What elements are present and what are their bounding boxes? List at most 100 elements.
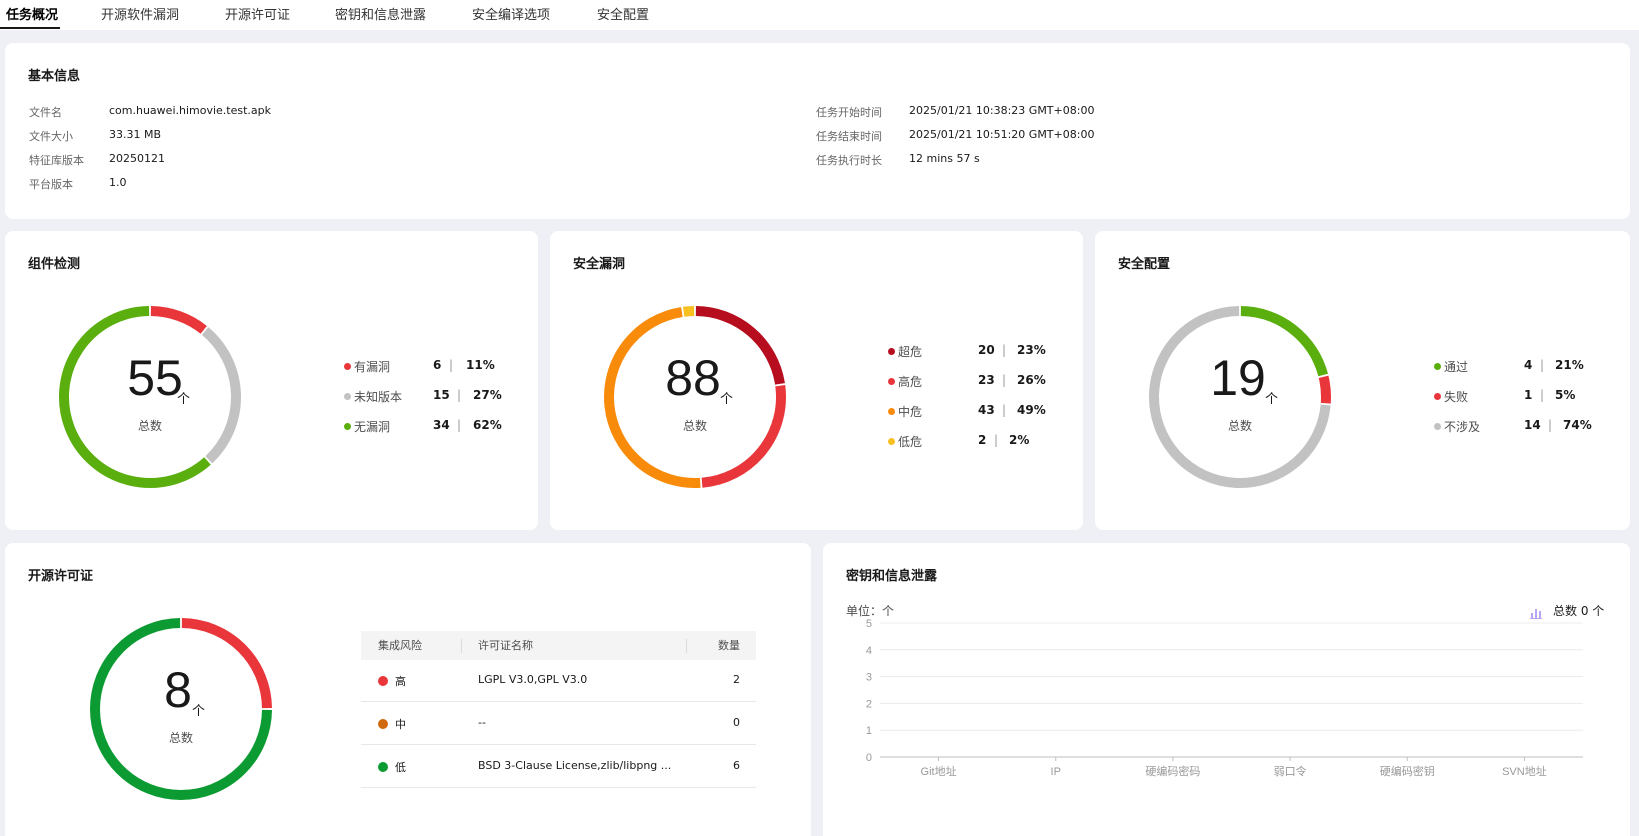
legend-count: 34: [433, 418, 450, 432]
basic-info-title: 基本信息: [28, 69, 81, 84]
vuln-total-label: 总数: [682, 419, 707, 433]
x-tick-label: 弱口令: [1274, 764, 1307, 778]
legend-percent: 74%: [1563, 418, 1592, 432]
table-row[interactable]: 中 -- 0: [361, 703, 756, 745]
vuln-segment[interactable]: [682, 306, 695, 317]
legend-count: 14: [1524, 418, 1541, 432]
x-tick-label: 硬编码密钥: [1380, 764, 1435, 778]
component-total-label: 总数: [137, 419, 162, 433]
y-tick-label: 5: [866, 618, 872, 630]
column-header-quantity: 数量: [718, 639, 740, 652]
legend-label: 中危: [898, 405, 923, 419]
x-tick-label: IP: [1051, 766, 1061, 778]
legend-percent: 27%: [473, 388, 502, 402]
secrets-bar-chart: 0 1 2 3 4 5 Git地址 IP 硬编码密码 弱口令 硬编码密钥 SVN地址: [866, 618, 1583, 778]
x-tick-label: 硬编码密码: [1145, 764, 1200, 778]
info-label-duration: 任务执行时长: [816, 154, 882, 167]
tab-oss-licenses[interactable]: 开源许可证: [225, 4, 290, 23]
table-row[interactable]: 高 LGPL V3.0,GPL V3.0 2: [361, 660, 756, 702]
legend-percent: 21%: [1555, 358, 1584, 372]
legend-label: 未知版本: [354, 390, 403, 404]
legend-label: 超危: [898, 345, 923, 359]
x-tick-label: SVN地址: [1502, 764, 1547, 778]
info-value-db-version: 20250121: [109, 152, 165, 165]
legend-percent: 49%: [1017, 403, 1046, 417]
legend-count: 6: [433, 358, 442, 372]
component-card: 组件检测 55 个 总数 有漏洞 6 | 11% 未知版本 15 | 27% 无…: [5, 231, 538, 530]
legend-label: 失败: [1444, 390, 1469, 404]
tab-overview[interactable]: 任务概况: [6, 4, 58, 23]
table-row[interactable]: 低 BSD 3-Clause License,zlib/libpng ... 6: [361, 746, 756, 788]
license-quantity: 0: [733, 716, 740, 729]
column-divider: [461, 639, 462, 653]
legend-separator: |: [1548, 418, 1553, 432]
legend-dot: [1434, 423, 1441, 430]
legend-dot: [1434, 393, 1441, 400]
component-segment[interactable]: [201, 327, 241, 464]
info-value-end-time: 2025/01/21 10:51:20 GMT+08:00: [909, 128, 1095, 141]
risk-level: 高: [395, 675, 406, 688]
legend-count: 23: [978, 373, 995, 387]
legend-percent: 62%: [473, 418, 502, 432]
config-total-label: 总数: [1227, 419, 1252, 433]
basic-info-card: 基本信息 文件名 com.huawei.himovie.test.apk 文件大…: [5, 43, 1630, 219]
tab-secrets[interactable]: 密钥和信息泄露: [335, 4, 426, 23]
legend-dot: [888, 378, 895, 385]
legend-percent: 23%: [1017, 343, 1046, 357]
x-tick-label: Git地址: [921, 764, 957, 778]
info-label-end-time: 任务结束时间: [816, 130, 882, 143]
license-quantity: 2: [733, 673, 740, 686]
y-tick-label: 2: [866, 698, 872, 710]
config-card: 安全配置 19 个 总数 通过 4 | 21% 失败 1 | 5% 不涉及 14…: [1095, 231, 1630, 530]
legend-label: 无漏洞: [354, 420, 391, 434]
config-segment[interactable]: [1318, 375, 1331, 404]
risk-level: 低: [395, 761, 406, 774]
license-name: LGPL V3.0,GPL V3.0: [478, 673, 588, 686]
legend-dot: [888, 438, 895, 445]
legend-percent: 2%: [1009, 433, 1030, 447]
component-segment[interactable]: [150, 306, 207, 334]
legend-separator: |: [1540, 358, 1545, 372]
vuln-total-unit: 个: [720, 392, 734, 407]
column-divider: [686, 639, 687, 653]
legend-count: 20: [978, 343, 995, 357]
legend-count: 2: [978, 433, 987, 447]
legend-label: 有漏洞: [354, 360, 391, 374]
legend-separator: |: [1002, 403, 1007, 417]
tab-security-config[interactable]: 安全配置: [597, 4, 649, 23]
y-tick-label: 0: [866, 752, 872, 764]
risk-level: 中: [395, 718, 406, 731]
legend-separator: |: [457, 418, 462, 432]
legend-dot: [1434, 363, 1441, 370]
legend-dot: [344, 423, 351, 430]
y-tick-label: 1: [866, 725, 872, 737]
legend-count: 1: [1524, 388, 1533, 402]
tab-oss-vulns[interactable]: 开源软件漏洞: [101, 4, 179, 23]
legend-separator: |: [1002, 343, 1007, 357]
license-total-label: 总数: [168, 731, 193, 745]
component-title: 组件检测: [28, 257, 81, 272]
legend-dot: [888, 408, 895, 415]
legend-count: 43: [978, 403, 995, 417]
license-table-header: 集成风险 许可证名称 数量: [361, 631, 756, 660]
tab-bar: 任务概况 开源软件漏洞 开源许可证 密钥和信息泄露 安全编译选项 安全配置: [0, 0, 1639, 30]
risk-medium-dot: [378, 719, 388, 729]
risk-high-dot: [378, 676, 388, 686]
info-label-db-version: 特征库版本: [29, 154, 84, 167]
legend-separator: |: [1540, 388, 1545, 402]
info-value-filename: com.huawei.himovie.test.apk: [109, 104, 272, 117]
info-label-filename: 文件名: [29, 106, 62, 119]
legend-percent: 5%: [1555, 388, 1576, 402]
tab-compile-options[interactable]: 安全编译选项: [472, 4, 550, 23]
component-total-unit: 个: [177, 392, 191, 407]
info-value-start-time: 2025/01/21 10:38:23 GMT+08:00: [909, 104, 1095, 117]
legend-count: 4: [1524, 358, 1533, 372]
vuln-card: 安全漏洞 88 个 总数 超危 20 | 23% 高危 23 | 26% 中危 …: [550, 231, 1083, 530]
vuln-title: 安全漏洞: [573, 257, 626, 272]
legend-dot: [344, 363, 351, 370]
risk-low-dot: [378, 762, 388, 772]
secrets-card: 密钥和信息泄露 单位：个 总数 0 个 0 1 2 3 4 5 Git地址 IP 硬编码密码 弱口…: [823, 543, 1630, 836]
legend-percent: 26%: [1017, 373, 1046, 387]
license-name[interactable]: BSD 3-Clause License,zlib/libpng ...: [478, 759, 673, 772]
license-title: 开源许可证: [28, 569, 94, 584]
